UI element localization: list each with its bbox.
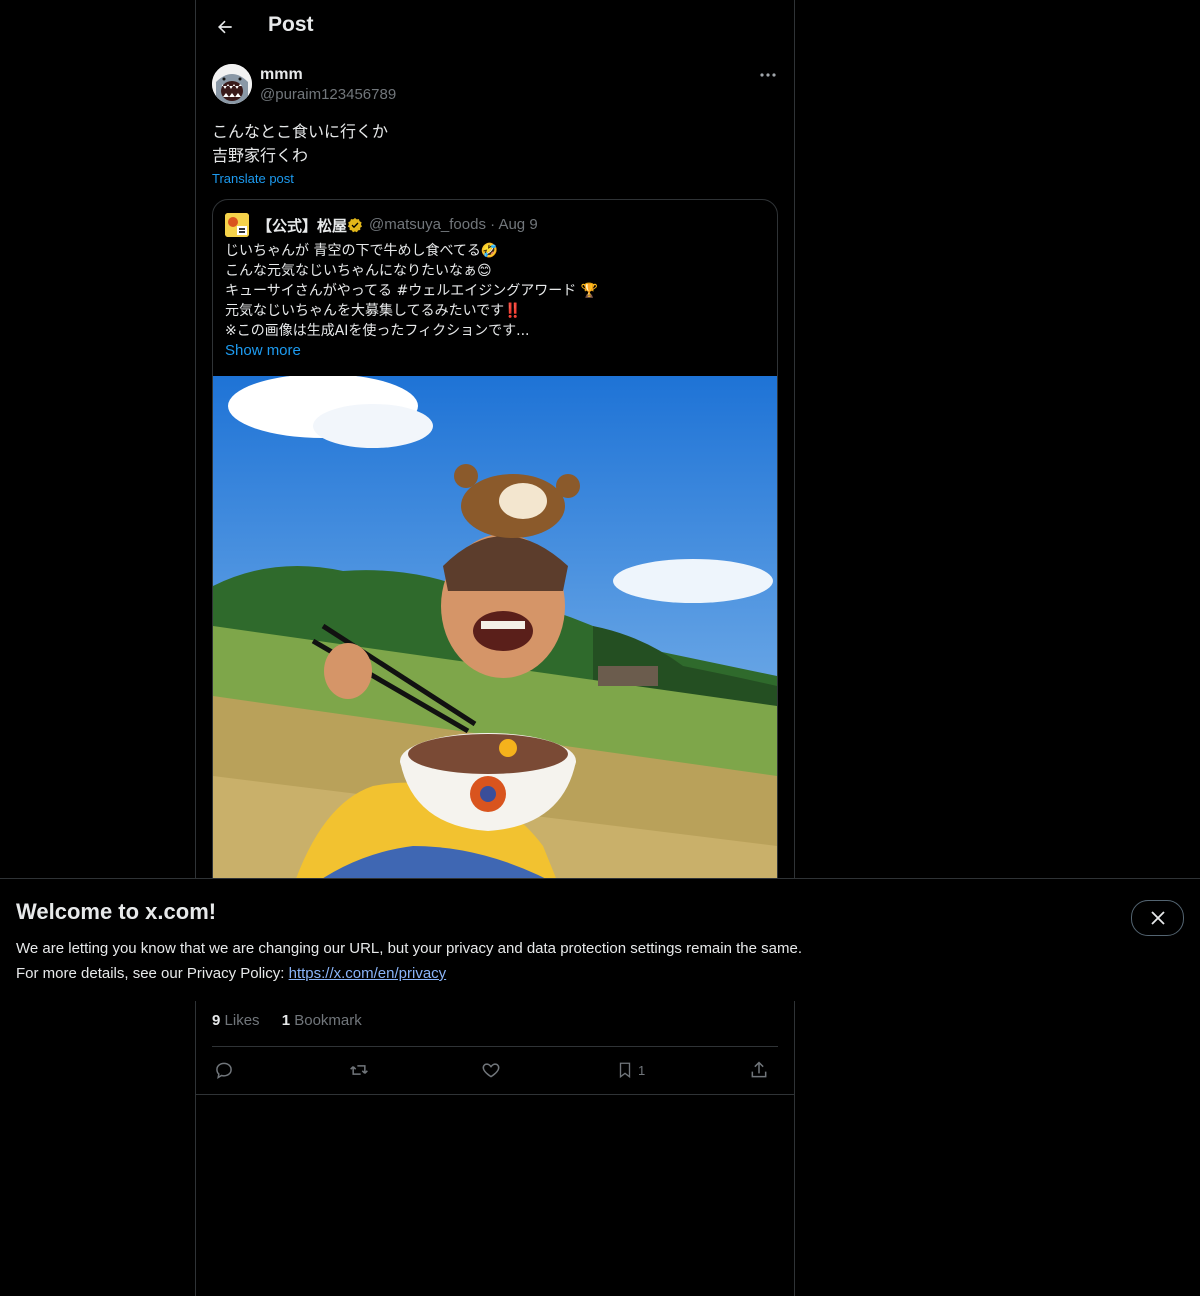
post-stats: 9 Likes 1 Bookmark: [212, 1012, 380, 1029]
post-text: こんなとこ食いに行くか 吉野家行くわ: [212, 120, 388, 168]
reply-button[interactable]: [214, 1060, 234, 1080]
post-text-line: こんなとこ食いに行くか: [212, 122, 389, 141]
likes-stat[interactable]: 9 Likes: [212, 1012, 260, 1029]
banner-close-button[interactable]: [1131, 900, 1184, 936]
author-name[interactable]: mmm: [260, 66, 303, 84]
back-button[interactable]: [208, 10, 242, 44]
translate-post-link[interactable]: Translate post: [212, 171, 294, 186]
quote-author-handle-date: @matsuya_foods · Aug 9: [369, 216, 538, 233]
action-bar: 1: [212, 1056, 778, 1086]
banner-line: We are letting you know that we are chan…: [16, 940, 802, 957]
bookmark-icon: [619, 1062, 631, 1079]
quote-author-name: 【公式】松屋: [257, 217, 348, 235]
post-text-line: 吉野家行くわ: [212, 146, 309, 165]
reply-icon: [216, 1062, 232, 1079]
like-button[interactable]: [481, 1060, 501, 1080]
repost-button[interactable]: [348, 1060, 370, 1080]
matsuya-logo-icon: [225, 213, 249, 237]
quote-text-line: じいちゃんが 青空の下で牛めし食べてる🤣: [225, 243, 499, 259]
likes-label: Likes: [224, 1012, 260, 1029]
old-man-eating-gyudon-image: [213, 374, 777, 920]
author-avatar[interactable]: [212, 64, 252, 104]
repost-icon: [350, 1065, 368, 1075]
bookmarks-stat[interactable]: 1 Bookmark: [282, 1012, 362, 1029]
quote-text: じいちゃんが 青空の下で牛めし食べてる🤣 こんな元気なじいちゃんになりたいなぁ😊…: [225, 241, 598, 341]
likes-count: 9: [212, 1012, 221, 1029]
quote-text-line: こんな元気なじいちゃんになりたいなぁ😊: [225, 263, 492, 279]
show-more-link[interactable]: Show more: [225, 342, 301, 359]
banner-policy-prefix: For more details, see our Privacy Policy…: [16, 965, 285, 982]
bookmark-button[interactable]: 1: [616, 1060, 645, 1080]
share-icon: [751, 1061, 767, 1078]
quote-text-line: ※この画像は生成AIを使ったフィクションです...: [225, 323, 530, 339]
divider: [212, 1046, 778, 1047]
share-button[interactable]: [749, 1060, 769, 1080]
verified-badge-icon: [347, 218, 362, 233]
banner-line-2: For more details, see our Privacy Policy…: [16, 961, 802, 986]
quote-text-line: 元気なじいちゃんを大募集してるみたいです‼️: [225, 303, 522, 319]
welcome-banner: Welcome to x.com! We are letting you kno…: [0, 878, 1200, 1001]
bookmarks-count: 1: [281, 1012, 291, 1029]
post-column: Post mmm @puraim123456789 こんなとこ食いに行くか 吉野…: [195, 0, 795, 1296]
back-arrow-icon: [218, 20, 232, 34]
banner-title: Welcome to x.com!: [16, 899, 217, 924]
divider: [196, 1094, 794, 1095]
bookmarks-label: Bookmark: [294, 1012, 362, 1029]
author-handle[interactable]: @puraim123456789: [260, 86, 396, 103]
heart-icon: [482, 1063, 500, 1078]
page-title: Post: [268, 13, 314, 36]
header: Post: [196, 0, 794, 54]
quote-text-line: キューサイさんがやってる #ウェルエイジングアワード 🏆: [225, 283, 599, 299]
quote-image[interactable]: [213, 374, 777, 920]
privacy-policy-link[interactable]: https://x.com/en/privacy: [289, 965, 447, 982]
shark-avatar-icon: [212, 64, 252, 104]
banner-text: We are letting you know that we are chan…: [16, 936, 802, 986]
close-icon: [1150, 911, 1165, 925]
quoted-post-card[interactable]: 【公式】松屋 @matsuya_foods · Aug 9 じいちゃんが 青空の…: [212, 199, 778, 921]
quote-author-avatar: [225, 213, 249, 237]
more-dots-icon: [760, 73, 776, 77]
more-options-button[interactable]: [756, 65, 780, 85]
bookmark-count: 1: [638, 1062, 646, 1078]
